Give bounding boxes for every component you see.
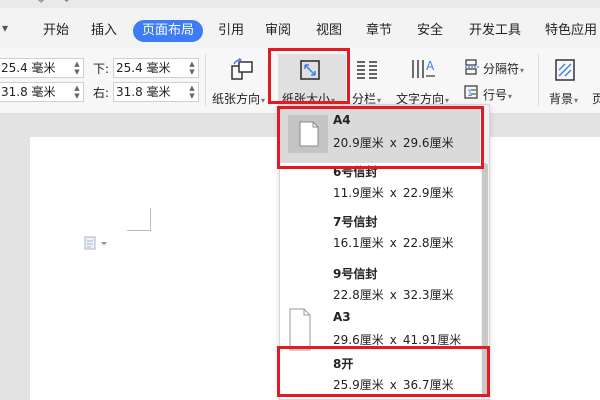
text-direction-icon: A [412, 59, 435, 78]
tab-insert[interactable]: 插入 [88, 20, 120, 42]
paper-width: 25.9厘米 [333, 378, 384, 392]
paper-height: 22.8厘米 [402, 236, 454, 250]
page-border-label[interactable]: 页 [592, 90, 600, 107]
tab-view[interactable]: 视图 [313, 20, 345, 42]
redo-icon: ↷ [60, 0, 70, 7]
tab-page-layout[interactable]: 页面布局 [133, 20, 204, 42]
paper-width: 11.9厘米 [333, 186, 384, 200]
menu-chevron-icon[interactable]: ▾ [2, 21, 8, 35]
paper-width: 29.6厘米 [333, 333, 384, 347]
paper-height: 41.91厘米 [402, 333, 462, 347]
paper-name: 9号信封 [333, 267, 378, 281]
times-sign: x [389, 186, 397, 200]
background-icon [555, 59, 575, 81]
paper-name: 8开 [333, 357, 354, 371]
times-sign: x [389, 333, 397, 347]
paragraph-layout-icon[interactable] [84, 236, 110, 250]
orientation-icon [231, 58, 253, 80]
margin-corner-mark [127, 230, 151, 231]
columns-icon [357, 61, 377, 79]
line-number-label: 行号 [483, 88, 508, 102]
tab-special-apps[interactable]: 特色应用 [540, 20, 600, 42]
tab-review[interactable]: 审阅 [262, 20, 294, 42]
paper-option-envelope-7[interactable]: 7号信封 16.1厘米 x 22.8厘米 [280, 205, 480, 263]
times-sign: x [389, 288, 397, 302]
paper-height: 29.6厘米 [402, 136, 454, 150]
tab-developer-tools[interactable]: 开发工具 [465, 20, 525, 42]
paper-option-envelope-6[interactable]: 6号信封 11.9厘米 x 22.9厘米 [280, 151, 480, 209]
margin-left-field[interactable]: 31.8 毫米 ▲ ▼ [0, 82, 84, 102]
svg-text:A: A [426, 59, 435, 73]
tab-sections[interactable]: 章节 [363, 20, 395, 42]
spinner-icon[interactable]: ▲ ▼ [73, 60, 81, 76]
spinner-icon[interactable]: ▲ ▼ [188, 60, 196, 76]
dropdown-caret-icon: ▾ [520, 66, 525, 75]
paper-dimensions: 29.6厘米 x 41.91厘米 [333, 331, 461, 348]
margin-top-field[interactable]: 25.4 毫米 ▲ ▼ [0, 58, 84, 78]
times-sign: x [389, 236, 397, 250]
paper-dimensions: 22.8厘米 x 32.3厘米 [333, 286, 454, 303]
menu-bar: ▾ 开始 插入 页面布局 引用 审阅 视图 章节 安全 开发工具 特色应用 [0, 8, 600, 48]
paper-size-icon [300, 60, 320, 80]
margin-bottom-field[interactable]: 25.4 毫米 ▲ ▼ [113, 58, 199, 78]
margin-bottom-label: 下: [93, 62, 110, 76]
margin-right-field[interactable]: 31.8 毫米 ▲ ▼ [113, 82, 199, 102]
paper-dimensions: 25.9厘米 x 36.7厘米 [333, 376, 454, 393]
paper-height: 36.7厘米 [402, 378, 454, 392]
dropdown-caret-icon: ▾ [261, 96, 266, 105]
ribbon-divider [538, 54, 539, 106]
background-label: 背景 [549, 92, 574, 106]
paper-width: 22.8厘米 [333, 288, 384, 302]
paper-width: 16.1厘米 [333, 236, 384, 250]
margin-top-value: 25.4 毫米 [1, 61, 56, 75]
paper-height: 32.3厘米 [402, 288, 454, 302]
paper-option-8k[interactable]: 8开 25.9厘米 x 36.7厘米 [280, 347, 480, 399]
margin-right-value: 31.8 毫米 [116, 85, 171, 99]
paper-name: 7号信封 [333, 215, 378, 229]
title-strip: ⌖ ↷ [0, 0, 600, 8]
times-sign: x [389, 378, 397, 392]
pin-icon: ⌖ [38, 0, 45, 7]
ribbon-divider [205, 54, 206, 106]
paper-name: 6号信封 [333, 165, 378, 179]
separator-icon [465, 59, 479, 75]
dropdown-scroll-thumb[interactable] [482, 163, 488, 395]
paper-thumbnail-icon [288, 115, 328, 153]
paper-name: A3 [333, 310, 351, 324]
times-sign: x [389, 136, 397, 150]
spinner-icon[interactable]: ▲ ▼ [188, 84, 196, 100]
paper-size-dropdown: A4 20.9厘米 x 29.6厘米 6号信封 11.9厘米 x 22.9厘米 7号信封… [279, 104, 490, 400]
tab-start[interactable]: 开始 [40, 20, 72, 42]
paper-dimensions: 20.9厘米 x 29.6厘米 [333, 134, 454, 151]
spinner-icon[interactable]: ▲ ▼ [73, 84, 81, 100]
margin-right-label: 右: [93, 86, 110, 100]
margin-left-value: 31.8 毫米 [1, 85, 56, 99]
orientation-label: 纸张方向 [212, 92, 261, 106]
dropdown-caret-icon: ▾ [508, 92, 513, 101]
tab-security[interactable]: 安全 [414, 20, 446, 42]
paper-dimensions: 11.9厘米 x 22.9厘米 [333, 184, 454, 201]
margin-bottom-value: 25.4 毫米 [116, 61, 171, 75]
margin-corner-mark [150, 208, 151, 231]
paper-height: 22.9厘米 [402, 186, 454, 200]
paper-name: A4 [333, 113, 351, 127]
paper-dimensions: 16.1厘米 x 22.8厘米 [333, 234, 454, 251]
dropdown-caret-icon: ▾ [574, 96, 579, 105]
paper-width: 20.9厘米 [333, 136, 384, 150]
tab-references[interactable]: 引用 [215, 20, 247, 42]
paper-thumbnail-icon [289, 308, 311, 351]
line-number-icon: 1 [464, 85, 478, 99]
separator-label: 分隔符 [483, 62, 520, 76]
